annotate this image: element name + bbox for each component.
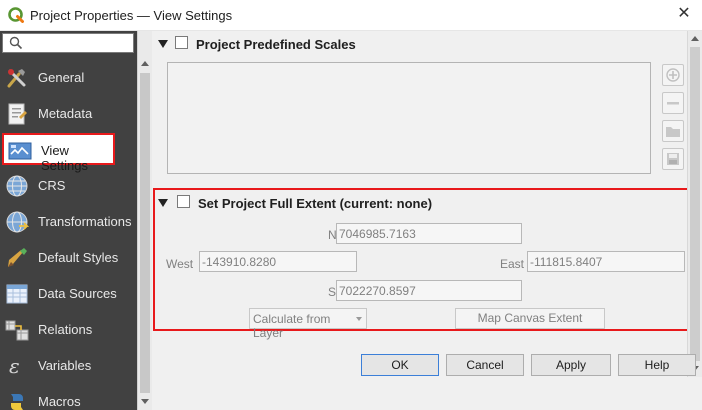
main-scrollbar[interactable] xyxy=(687,31,702,377)
sidebar-item-label: Variables xyxy=(38,358,92,373)
south-input[interactable]: 7022270.8597 xyxy=(336,280,522,301)
sidebar-item-view-settings[interactable]: View Settings xyxy=(2,133,115,173)
calculate-from-layer-label: Calculate from Layer xyxy=(253,312,331,340)
variables-icon: ε xyxy=(9,354,20,378)
sidebar-scrollbar[interactable] xyxy=(137,31,152,410)
tools-icon xyxy=(7,69,26,88)
sidebar-item-label: Default Styles xyxy=(38,250,119,265)
east-label: East xyxy=(500,257,525,271)
map-view-icon xyxy=(8,142,32,160)
remove-scale-icon xyxy=(667,102,679,105)
full-extent-checkbox[interactable] xyxy=(177,195,190,208)
paintbrush-icon xyxy=(8,248,27,267)
add-scale-icon xyxy=(666,68,680,82)
qgis-logo-icon xyxy=(8,7,24,23)
open-folder-icon xyxy=(666,127,680,137)
import-scales-button[interactable] xyxy=(662,120,684,142)
sidebar-item-general[interactable]: General xyxy=(0,59,137,95)
sidebar-item-label: Macros xyxy=(38,394,81,409)
sidebar-item-relations[interactable]: Relations xyxy=(0,311,137,347)
sidebar-item-variables[interactable]: ε Variables xyxy=(0,347,137,383)
help-button[interactable]: Help xyxy=(618,354,696,376)
sidebar-item-label: Relations xyxy=(38,322,93,337)
scroll-up-arrow-icon[interactable] xyxy=(691,36,699,41)
scroll-thumb[interactable] xyxy=(140,73,150,393)
globe-transform-icon xyxy=(6,211,29,233)
table-icon xyxy=(6,284,28,304)
west-input[interactable]: -143910.8280 xyxy=(199,251,357,272)
sidebar-item-label: Transformations xyxy=(38,214,132,229)
sidebar-nav: General Metadata View Settings CRS Trans… xyxy=(0,59,137,410)
sidebar-item-data-sources[interactable]: Data Sources xyxy=(0,275,137,311)
svg-text:ε: ε xyxy=(9,354,20,378)
west-label: West xyxy=(166,257,194,271)
full-extent-title: Set Project Full Extent (current: none) xyxy=(198,196,433,211)
sidebar-item-label: Metadata xyxy=(38,106,93,121)
predefined-scales-checkbox[interactable] xyxy=(175,36,188,49)
cancel-button[interactable]: Cancel xyxy=(446,354,524,376)
north-input[interactable]: 7046985.7163 xyxy=(336,223,522,244)
sidebar-item-label: Data Sources xyxy=(38,286,117,301)
scroll-thumb[interactable] xyxy=(690,47,700,361)
east-input[interactable]: -111815.8407 xyxy=(527,251,685,272)
map-canvas-extent-button[interactable]: Map Canvas Extent xyxy=(455,308,605,329)
save-icon xyxy=(667,153,679,165)
full-extent-group: Set Project Full Extent (current: none) … xyxy=(153,188,691,340)
sidebar-item-label: General xyxy=(38,70,85,85)
collapse-triangle-icon[interactable] xyxy=(158,199,168,207)
close-icon[interactable]: ✕ xyxy=(676,6,692,22)
search-input[interactable] xyxy=(2,33,134,53)
add-scale-button[interactable] xyxy=(662,64,684,86)
calculate-from-layer-dropdown[interactable]: Calculate from Layer xyxy=(249,308,367,340)
relations-icon xyxy=(5,320,29,341)
chevron-down-icon xyxy=(356,317,362,321)
sidebar-item-transformations[interactable]: Transformations xyxy=(0,203,137,239)
full-extent-header[interactable]: Set Project Full Extent (current: none) xyxy=(158,193,678,215)
remove-scale-button[interactable] xyxy=(662,92,684,114)
title-bar: Project Properties — View Settings ✕ xyxy=(0,0,702,31)
sidebar-item-label: CRS xyxy=(38,178,66,193)
collapse-triangle-icon[interactable] xyxy=(158,40,168,48)
sidebar: General Metadata View Settings CRS Trans… xyxy=(0,31,152,410)
globe-icon xyxy=(6,175,28,197)
window-title: Project Properties — View Settings xyxy=(30,8,233,23)
sidebar-item-default-styles[interactable]: Default Styles xyxy=(0,239,137,275)
apply-button[interactable]: Apply xyxy=(531,354,611,376)
ok-button[interactable]: OK xyxy=(361,354,439,376)
sidebar-item-metadata[interactable]: Metadata xyxy=(0,95,137,131)
search-icon xyxy=(9,36,23,50)
sidebar-item-crs[interactable]: CRS xyxy=(0,167,137,203)
scroll-up-arrow-icon[interactable] xyxy=(141,61,149,66)
macros-icon xyxy=(11,394,23,410)
scales-list[interactable] xyxy=(167,62,651,174)
scroll-down-arrow-icon[interactable] xyxy=(141,399,149,404)
predefined-scales-header[interactable]: Project Predefined Scales xyxy=(158,34,658,56)
predefined-scales-title: Project Predefined Scales xyxy=(196,37,356,52)
sidebar-item-macros[interactable]: Macros xyxy=(0,383,137,410)
metadata-icon xyxy=(8,103,27,125)
export-scales-button[interactable] xyxy=(662,148,684,170)
